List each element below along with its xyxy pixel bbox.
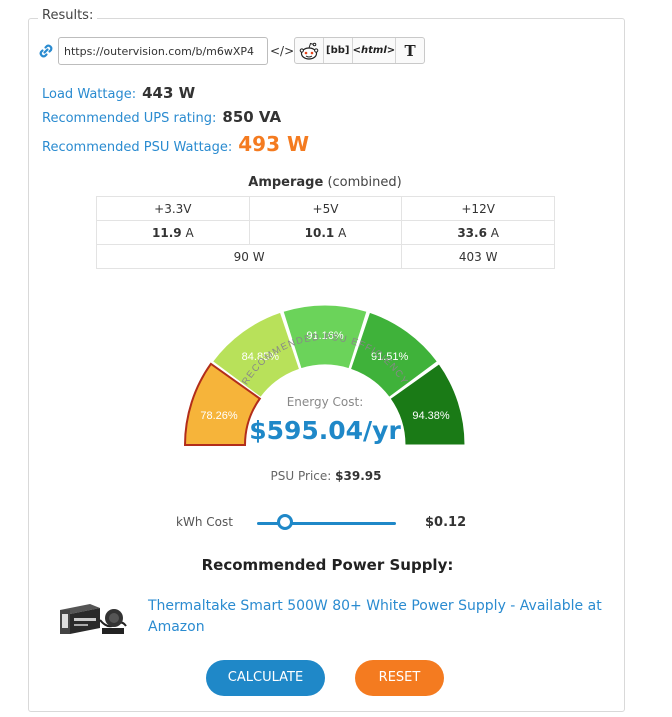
amperage-table: +3.3V +5V +12V 11.9 A 10.1 A 33.6 A 90 W… — [95, 196, 555, 269]
bbcode-share-button[interactable]: [bb] — [324, 38, 353, 63]
rail-5v-current: 10.1 A — [248, 220, 403, 245]
reset-button[interactable]: RESET — [355, 660, 444, 696]
rail-12v-current: 33.6 A — [401, 220, 555, 245]
power-supply-image[interactable] — [56, 598, 130, 638]
embed-code-button[interactable]: </> — [270, 40, 294, 62]
rail-5v-header: +5V — [248, 196, 403, 221]
ups-rating-row: Recommended UPS rating: 850 VA — [42, 108, 281, 126]
reddit-icon — [299, 42, 319, 60]
psu-wattage-label: Recommended PSU Wattage: — [42, 140, 233, 155]
text-share-button[interactable]: T — [396, 38, 424, 63]
recommended-psu-title: Recommended Power Supply: — [201, 556, 454, 574]
load-wattage-row: Load Wattage: 443 W — [42, 84, 195, 102]
kwh-slider-thumb[interactable] — [276, 514, 293, 530]
load-wattage-value: 443 W — [142, 84, 196, 102]
share-url-input[interactable] — [58, 37, 268, 65]
rail-12v-watts: 403 W — [401, 244, 555, 269]
rail-3v3-5v-watts: 90 W — [95, 244, 403, 269]
amperage-title: Amperage (combined) — [248, 175, 402, 190]
kwh-cost-label: kWh Cost — [176, 515, 233, 529]
rail-3v3-header: +3.3V — [96, 196, 250, 221]
calculate-button[interactable]: CALCULATE — [206, 660, 325, 696]
results-legend: Results: — [38, 8, 98, 23]
energy-cost-value: $595.04/yr — [249, 416, 401, 445]
recommended-product-link[interactable]: Thermaltake Smart 500W 80+ White Power S… — [148, 596, 608, 638]
ups-rating-value: 850 VA — [222, 108, 282, 126]
ups-rating-label: Recommended UPS rating: — [42, 111, 217, 126]
energy-cost-label: Energy Cost: — [286, 395, 364, 409]
reddit-share-button[interactable] — [295, 38, 324, 63]
link-icon — [39, 44, 53, 58]
psu-wattage-value: 493 W — [238, 132, 310, 156]
html-share-button[interactable]: <html> — [353, 38, 397, 63]
psu-price: PSU Price: $39.95 — [270, 469, 382, 483]
load-wattage-label: Load Wattage: — [42, 87, 137, 102]
kwh-cost-value: $0.12 — [425, 515, 467, 530]
rail-12v-header: +12V — [401, 196, 555, 221]
share-button-group: [bb] <html> T — [294, 37, 425, 64]
rail-3v3-current: 11.9 A — [96, 220, 250, 245]
psu-wattage-row: Recommended PSU Wattage: 493 W — [42, 132, 309, 156]
